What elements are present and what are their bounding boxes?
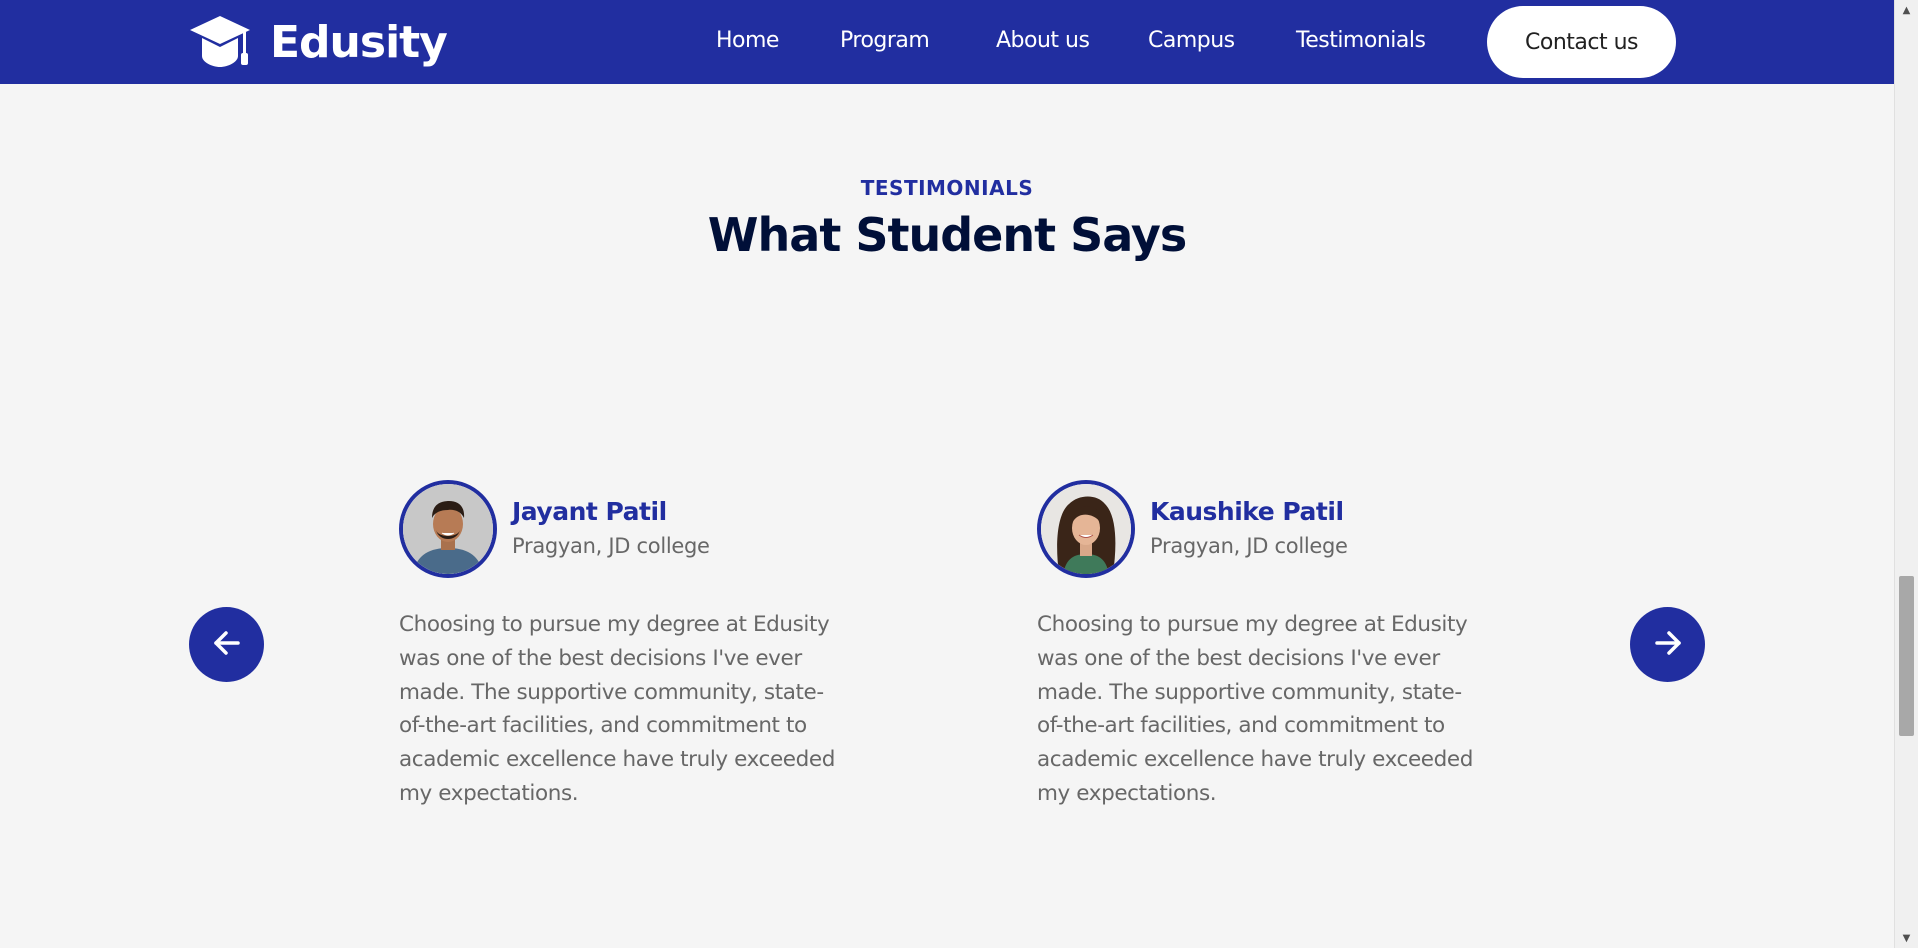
arrow-left-icon bbox=[208, 624, 246, 666]
scrollbar[interactable]: ▲ ▼ bbox=[1894, 0, 1918, 948]
nav-about-us[interactable]: About us bbox=[996, 28, 1090, 53]
nav-campus[interactable]: Campus bbox=[1148, 28, 1235, 53]
testimonial-quote: Choosing to pursue my degree at Edusity … bbox=[1037, 612, 1473, 806]
scrollbar-thumb[interactable] bbox=[1899, 576, 1914, 736]
page: Edusity Home Program About us Campus Tes… bbox=[0, 0, 1894, 948]
scroll-up-arrow-icon[interactable]: ▲ bbox=[1895, 0, 1918, 20]
prev-button[interactable] bbox=[189, 607, 264, 682]
next-button[interactable] bbox=[1630, 607, 1705, 682]
testimonial-quote: Choosing to pursue my degree at Edusity … bbox=[399, 612, 835, 806]
contact-us-button[interactable]: Contact us bbox=[1487, 6, 1676, 78]
nav-home[interactable]: Home bbox=[716, 28, 779, 53]
nav-testimonials[interactable]: Testimonials bbox=[1296, 28, 1426, 53]
section-title: What Student Says bbox=[707, 208, 1187, 262]
arrow-right-icon bbox=[1649, 624, 1687, 666]
avatar bbox=[399, 480, 497, 578]
graduation-cap-icon bbox=[188, 12, 252, 72]
student-school: Pragyan, JD college bbox=[1150, 534, 1348, 558]
brand-name: Edusity bbox=[270, 16, 448, 68]
nav-program[interactable]: Program bbox=[840, 28, 930, 53]
navbar: Edusity Home Program About us Campus Tes… bbox=[0, 0, 1894, 84]
section-eyebrow: TESTIMONIALS bbox=[860, 176, 1034, 200]
scroll-down-arrow-icon[interactable]: ▼ bbox=[1895, 928, 1918, 948]
student-name: Kaushike Patil bbox=[1150, 497, 1344, 526]
logo[interactable]: Edusity bbox=[188, 12, 448, 72]
avatar bbox=[1037, 480, 1135, 578]
student-name: Jayant Patil bbox=[512, 497, 667, 526]
student-school: Pragyan, JD college bbox=[512, 534, 710, 558]
